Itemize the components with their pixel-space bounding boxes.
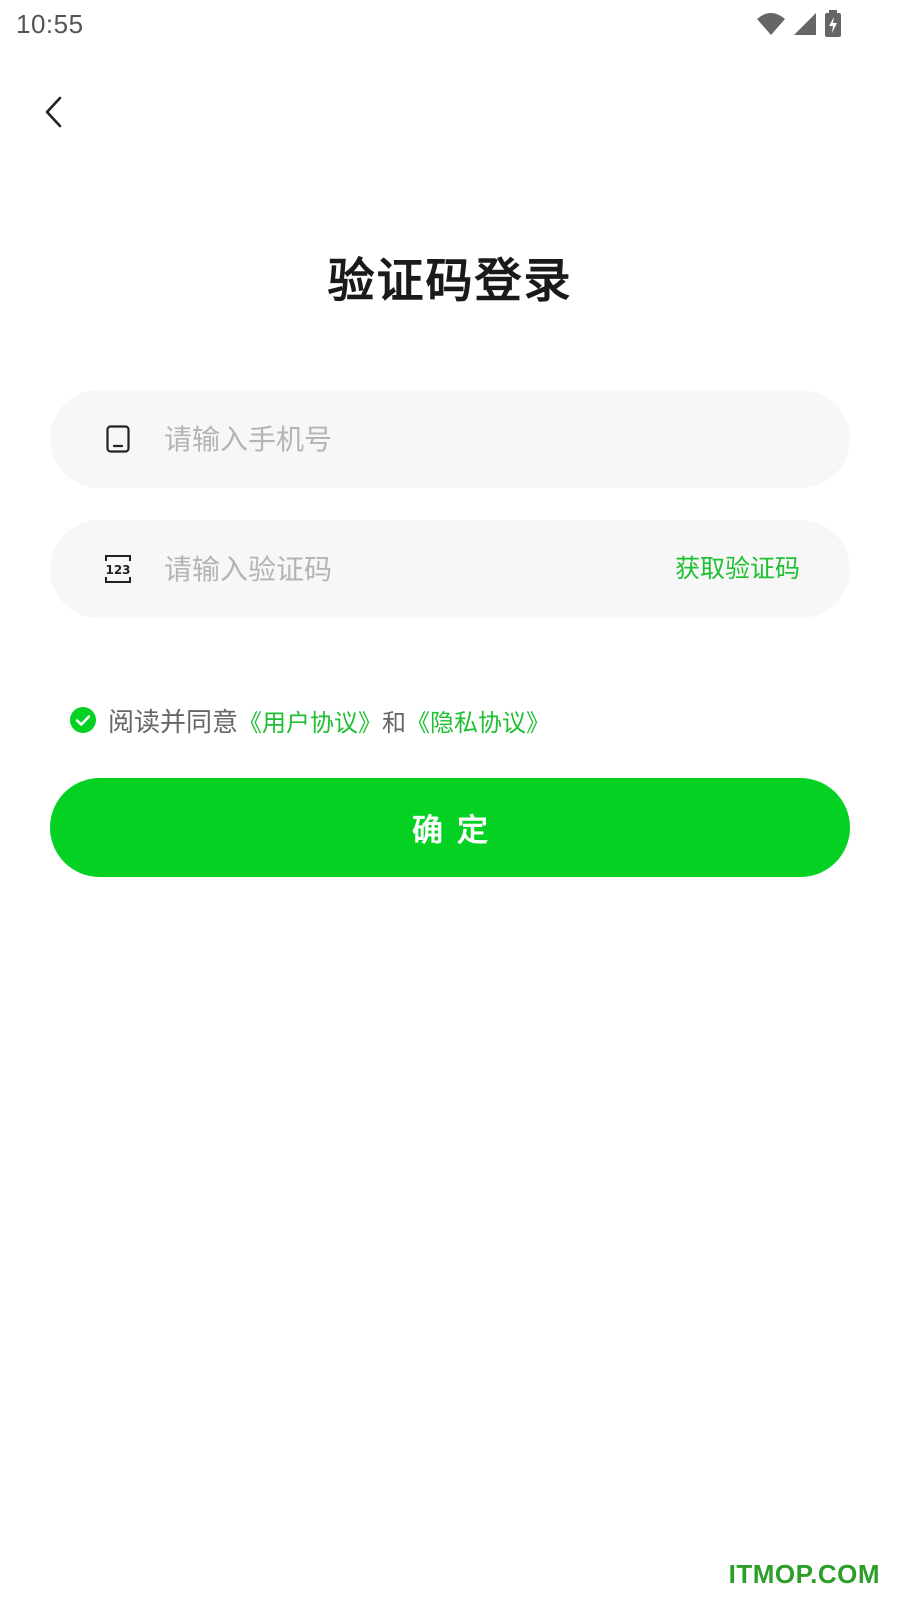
confirm-button[interactable]: 确定: [50, 778, 850, 877]
status-icons: [756, 10, 842, 38]
page-title: 验证码登录: [327, 254, 573, 309]
verification-code-input[interactable]: [164, 520, 624, 618]
wifi-icon: [756, 11, 786, 37]
privacy-agreement-link[interactable]: 《隐私协议》: [406, 703, 550, 738]
back-button[interactable]: [32, 92, 76, 136]
get-code-button[interactable]: 获取验证码: [675, 520, 800, 618]
watermark: ITMOP.COM: [728, 1559, 880, 1589]
agreement-row: 阅读并同意 《用户协议》 和 《隐私协议》: [70, 702, 550, 738]
agreement-checkbox[interactable]: [70, 707, 96, 733]
phone-icon: [104, 424, 132, 454]
phone-input[interactable]: [164, 390, 624, 488]
status-time: 10:55: [16, 9, 84, 39]
numeric-123-icon: 123: [104, 554, 132, 584]
verification-code-field[interactable]: 123 获取验证码: [50, 520, 850, 618]
agreement-prefix: 阅读并同意: [108, 707, 239, 738]
chevron-left-icon: [43, 96, 65, 132]
cellular-signal-icon: [792, 11, 818, 37]
check-circle-icon: [70, 707, 96, 733]
login-screen: 10:55 验证码登录 请输入手机号 123 请输入验证码 获取验证码 阅读并同…: [0, 0, 900, 1600]
user-agreement-link[interactable]: 《用户协议》: [238, 703, 382, 738]
phone-field[interactable]: [50, 390, 850, 488]
battery-charging-icon: [824, 10, 842, 38]
status-bar: 10:55: [0, 0, 900, 50]
agreement-and: 和: [382, 708, 407, 737]
svg-text:123: 123: [105, 563, 130, 577]
